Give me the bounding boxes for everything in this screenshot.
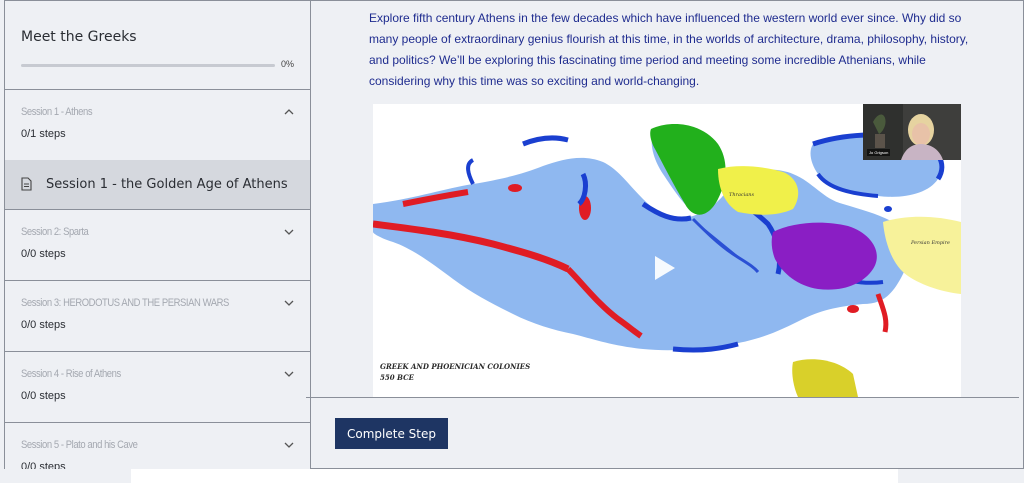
session-title: Session 1 - Athens: [21, 106, 93, 118]
map-caption-line1: GREEK AND PHOENICIAN COLONIES: [380, 362, 531, 371]
course-progress-label: 0%: [281, 59, 295, 69]
presenter-label: Jo Grigson: [867, 149, 891, 156]
map-label-persian: Persian Empire: [910, 240, 950, 246]
session-item-5[interactable]: Session 5 - Plato and his Cave 0/0 steps: [5, 423, 310, 469]
step-item-golden-age[interactable]: Session 1 - the Golden Age of Athens: [5, 160, 310, 210]
session-item-2[interactable]: Session 2: Sparta 0/0 steps: [5, 210, 310, 281]
session-steps: 0/0 steps: [21, 319, 66, 331]
chevron-down-icon[interactable]: [284, 227, 294, 237]
play-icon[interactable]: [655, 256, 675, 280]
session-title: Session 5 - Plato and his Cave: [21, 439, 138, 451]
session-steps: 0/0 steps: [21, 390, 66, 402]
session-title: Session 3: HERODOTUS AND THE PERSIAN WAR…: [21, 297, 229, 309]
session-title: Session 2: Sparta: [21, 226, 89, 238]
document-icon: [21, 177, 32, 191]
course-sidebar: Meet the Greeks 0% Session 1 - Athens 0/…: [5, 1, 311, 469]
content-footer-divider: [306, 397, 1019, 398]
complete-step-button[interactable]: Complete Step: [335, 418, 448, 449]
step-label: Session 1 - the Golden Age of Athens: [46, 177, 288, 192]
session-item-3[interactable]: Session 3: HERODOTUS AND THE PERSIAN WAR…: [5, 281, 310, 352]
session-steps: 0/0 steps: [21, 248, 66, 260]
session-item-4[interactable]: Session 4 - Rise of Athens 0/0 steps: [5, 352, 310, 423]
presenter-camera: Jo Grigson: [863, 104, 961, 160]
chevron-up-icon[interactable]: [284, 107, 294, 117]
chevron-down-icon[interactable]: [284, 440, 294, 450]
step-intro-text: Explore fifth century Athens in the few …: [369, 11, 969, 88]
map-label-thracians: Thracians: [729, 192, 755, 198]
page-bottom-strip: [131, 469, 898, 483]
course-title: Meet the Greeks: [21, 29, 137, 45]
session-steps: 0/0 steps: [21, 461, 66, 469]
course-header: Meet the Greeks 0%: [5, 1, 310, 90]
session-item-1[interactable]: Session 1 - Athens 0/1 steps: [5, 90, 310, 161]
chevron-down-icon[interactable]: [284, 298, 294, 308]
course-progress-bar: [21, 64, 275, 67]
session-steps: 0/1 steps: [21, 128, 66, 140]
video-player[interactable]: Thracians Persian Empire GREEK AND PHOEN…: [373, 104, 961, 397]
map-caption: GREEK AND PHOENICIAN COLONIES 550 BCE: [380, 361, 530, 383]
map-caption-line2: 550 BCE: [380, 373, 415, 382]
chevron-down-icon[interactable]: [284, 369, 294, 379]
session-title: Session 4 - Rise of Athens: [21, 368, 121, 380]
